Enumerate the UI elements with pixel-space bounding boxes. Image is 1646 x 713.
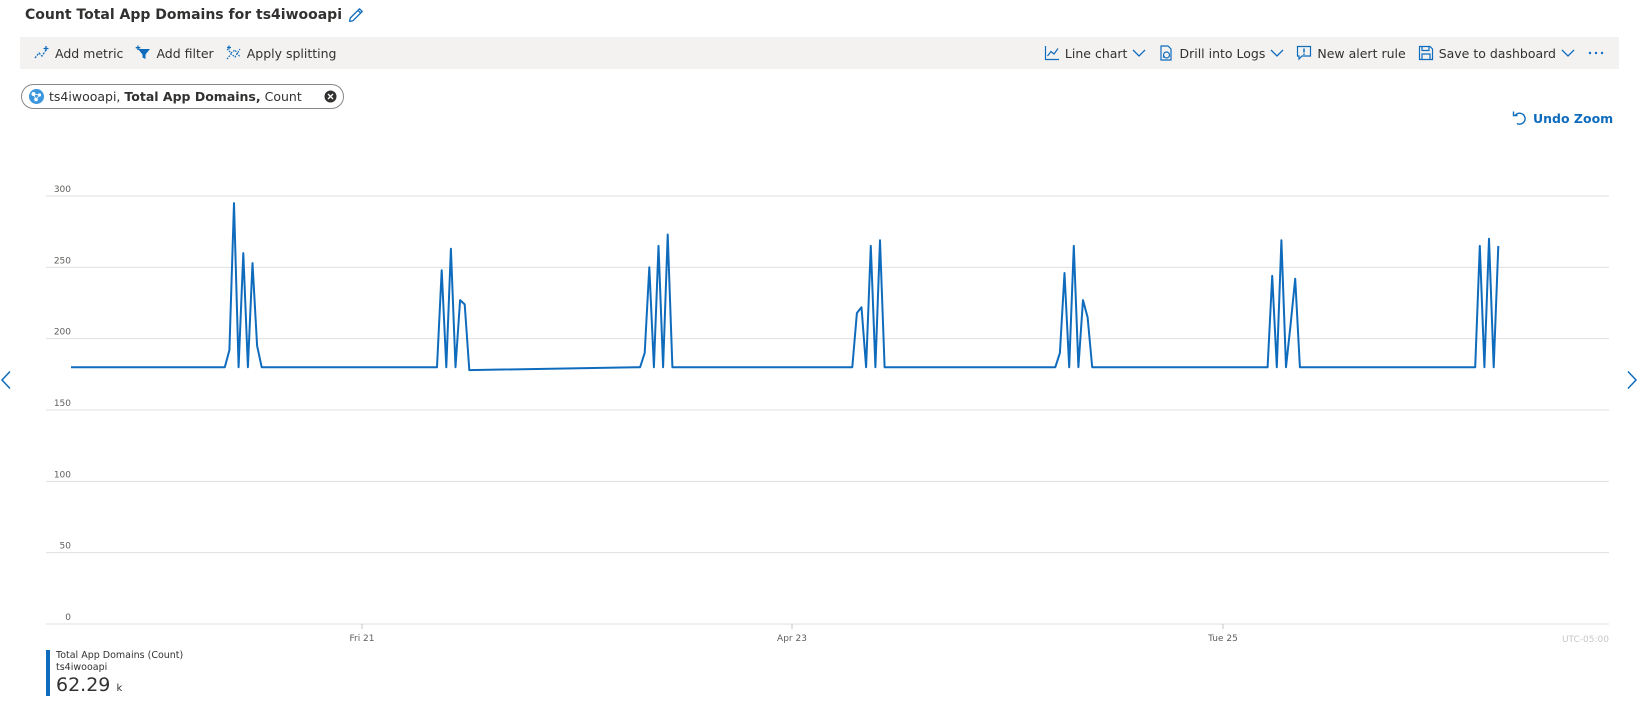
chart-legend[interactable]: Total App Domains (Count) ts4iwooapi 62.…	[46, 650, 183, 696]
y-tick-label: 0	[65, 613, 71, 623]
series-line-total-app-domains	[71, 202, 1500, 372]
y-tick-label: 50	[60, 542, 72, 552]
y-tick-label: 100	[54, 470, 71, 480]
y-tick-label: 200	[54, 328, 71, 338]
legend-metric-name: Total App Domains (Count)	[56, 650, 184, 661]
y-tick-label: 150	[54, 399, 71, 409]
timezone-label: UTC-05:00	[1562, 635, 1609, 645]
legend-resource: ts4iwooapi	[56, 662, 108, 673]
metric-chart[interactable]: 0 50 100 150 200 250 300 Fri 21 Apr 23 Tue 25 UT…	[0, 0, 1646, 713]
x-tick-label: Fri 21	[349, 634, 374, 644]
y-tick-label: 250	[54, 256, 71, 266]
x-tick-label: Tue 25	[1207, 634, 1238, 644]
legend-unit: k	[116, 683, 123, 694]
legend-value: 62.29	[56, 674, 111, 696]
legend-summary: 62.29 k	[56, 673, 183, 701]
y-tick-label: 300	[54, 185, 71, 195]
x-tick-label: Apr 23	[777, 634, 807, 644]
